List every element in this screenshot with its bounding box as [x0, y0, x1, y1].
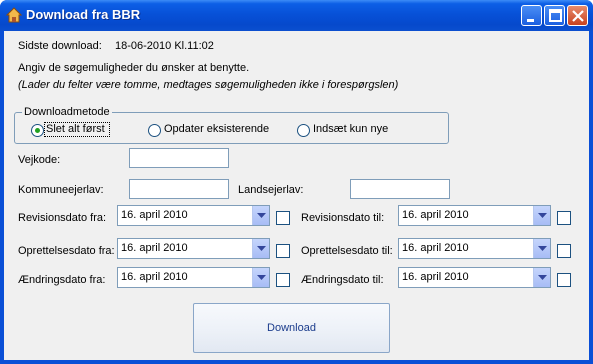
changed-to-datepicker[interactable]: 16. april 2010	[398, 267, 551, 288]
created-from-datepicker[interactable]: 16. april 2010	[117, 238, 270, 259]
instruction-text: Angiv de søgemuligheder du ønsker at ben…	[18, 62, 250, 74]
dropdown-arrow-button[interactable]	[533, 268, 550, 287]
close-button[interactable]	[567, 5, 588, 26]
revision-to-datepicker[interactable]: 16. april 2010	[398, 205, 551, 226]
kommuneejerlav-label: Kommuneejerlav:	[18, 184, 104, 196]
radio-opdater-eksisterende[interactable]	[148, 124, 161, 137]
created-from-checkbox[interactable]	[276, 244, 290, 258]
chevron-down-icon	[538, 213, 547, 218]
revision-to-checkbox[interactable]	[557, 211, 571, 225]
revision-from-datepicker[interactable]: 16. april 2010	[117, 205, 270, 226]
changed-from-datepicker[interactable]: 16. april 2010	[117, 267, 270, 288]
chevron-down-icon	[538, 246, 547, 251]
last-download-value: 18-06-2010 Kl.11:02	[115, 40, 214, 52]
chevron-down-icon	[257, 246, 266, 251]
download-button[interactable]: Download	[193, 303, 390, 353]
house-icon	[6, 7, 22, 23]
chevron-down-icon	[257, 275, 266, 280]
minimize-button[interactable]	[521, 5, 542, 26]
radio-selected-dot	[35, 128, 40, 133]
vejkode-label: Vejkode:	[18, 154, 61, 166]
revision-from-checkbox[interactable]	[276, 211, 290, 225]
revision-from-label: Revisionsdato fra:	[18, 212, 107, 224]
radio-label-opdater-eksisterende[interactable]: Opdater eksisterende	[164, 123, 269, 135]
dropdown-arrow-button[interactable]	[252, 268, 269, 287]
changed-from-value: 16. april 2010	[121, 271, 188, 283]
created-to-checkbox[interactable]	[557, 244, 571, 258]
radio-label-slet-alt-foerst[interactable]: Slet alt først	[46, 123, 105, 135]
download-method-legend: Downloadmetode	[22, 106, 112, 118]
revision-to-label: Revisionsdato til:	[301, 212, 385, 224]
dialog-body: Sidste download: 18-06-2010 Kl.11:02 Ang…	[4, 31, 589, 360]
created-to-label: Oprettelsesdato til:	[301, 245, 393, 257]
radio-slet-alt-foerst[interactable]	[31, 124, 44, 137]
changed-to-label: Ændringsdato til:	[301, 274, 384, 286]
landsejerlav-input[interactable]	[350, 179, 450, 199]
kommuneejerlav-input[interactable]	[129, 179, 229, 199]
landsejerlav-label: Landsejerlav:	[238, 184, 304, 196]
changed-from-label: Ændringsdato fra:	[18, 274, 106, 286]
close-icon	[572, 10, 584, 22]
radio-indsaet-kun-nye[interactable]	[297, 124, 310, 137]
minimize-icon	[527, 19, 534, 22]
created-from-value: 16. april 2010	[121, 242, 188, 254]
created-from-label: Oprettelsesdato fra:	[18, 245, 115, 257]
vejkode-input[interactable]	[129, 148, 229, 168]
maximize-icon	[549, 9, 562, 22]
changed-from-checkbox[interactable]	[276, 273, 290, 287]
dropdown-arrow-button[interactable]	[533, 239, 550, 258]
window: Download fra BBR Sidste download: 18-06-…	[0, 0, 593, 364]
title-bar[interactable]: Download fra BBR	[0, 0, 593, 31]
chevron-down-icon	[257, 213, 266, 218]
hint-text: (Lader du felter være tomme, medtages sø…	[18, 79, 399, 91]
changed-to-checkbox[interactable]	[557, 273, 571, 287]
chevron-down-icon	[538, 275, 547, 280]
created-to-datepicker[interactable]: 16. april 2010	[398, 238, 551, 259]
maximize-button[interactable]	[544, 5, 565, 26]
dropdown-arrow-button[interactable]	[252, 239, 269, 258]
created-to-value: 16. april 2010	[402, 242, 469, 254]
last-download-label: Sidste download:	[18, 40, 102, 52]
revision-to-value: 16. april 2010	[402, 209, 469, 221]
window-title: Download fra BBR	[26, 7, 141, 22]
dropdown-arrow-button[interactable]	[252, 206, 269, 225]
changed-to-value: 16. april 2010	[402, 271, 469, 283]
dropdown-arrow-button[interactable]	[533, 206, 550, 225]
radio-label-indsaet-kun-nye[interactable]: Indsæt kun nye	[313, 123, 388, 135]
revision-from-value: 16. april 2010	[121, 209, 188, 221]
